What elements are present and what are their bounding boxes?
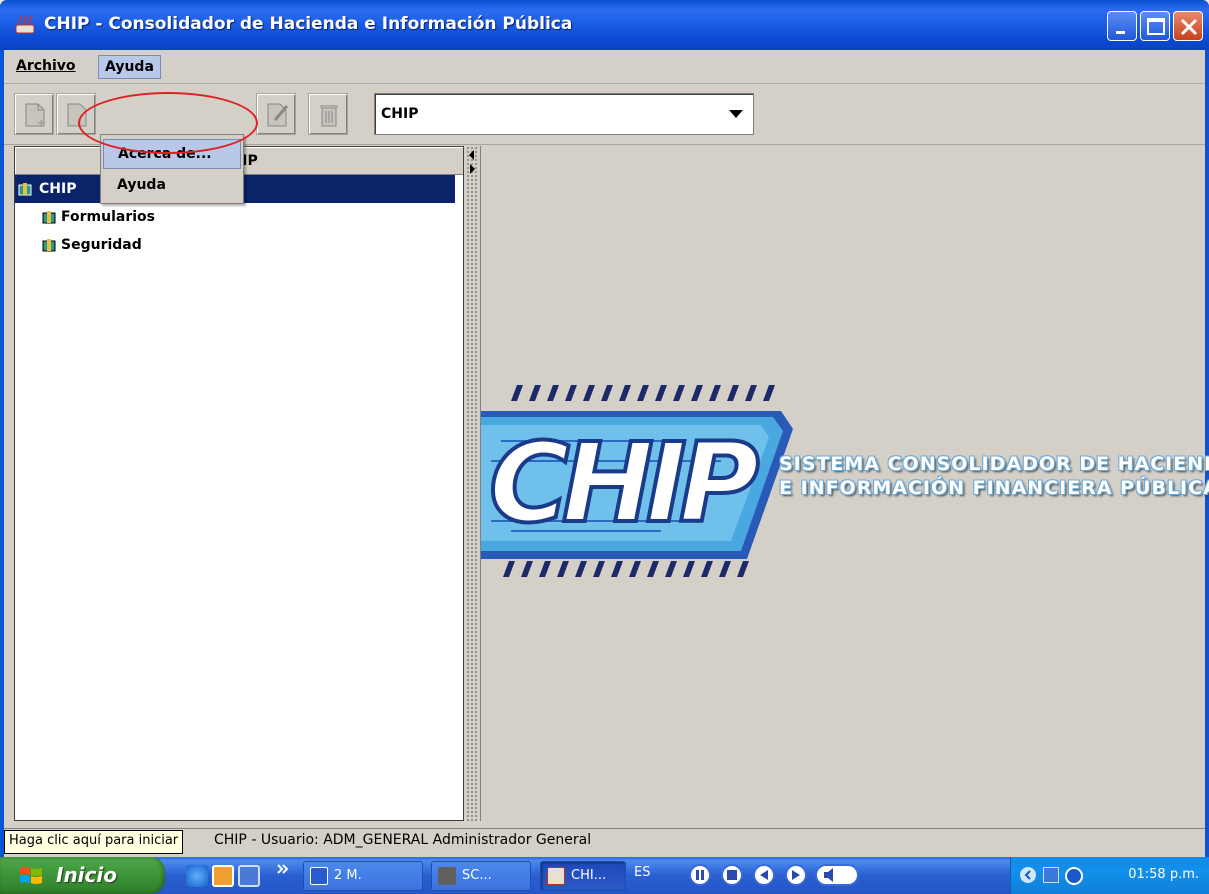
client-area: Archivo Ayuda + CHIP CHIP Formularios Se…	[4, 50, 1209, 857]
clock: 01:58 p.m.	[1128, 867, 1199, 882]
maximize-button[interactable]	[1140, 11, 1170, 41]
system-tray: 01:58 p.m.	[1010, 857, 1209, 894]
taskbar-item-label: SC...	[462, 868, 492, 883]
status-bar: CHIP - Usuario: ADM_GENERAL Administrado…	[4, 828, 1205, 852]
tree-item-seguridad[interactable]: Seguridad	[15, 231, 463, 259]
title-bar[interactable]: CHIP - Consolidador de Hacienda e Inform…	[0, 0, 1209, 50]
windows-logo-icon	[20, 867, 42, 884]
close-button[interactable]	[1173, 11, 1203, 41]
menu-ayuda-label: Ayuda	[105, 59, 154, 75]
menu-item-ayuda[interactable]: Ayuda	[103, 171, 241, 201]
clock-app-icon[interactable]	[212, 865, 234, 887]
chip-logo: CHIP SISTEMA CONSOLIDADOR DE HACIENDA E …	[481, 381, 1209, 581]
tree-item-label: Seguridad	[61, 237, 142, 253]
package-icon	[42, 239, 56, 252]
internet-explorer-icon[interactable]	[186, 865, 208, 887]
logo-line-1: SISTEMA CONSOLIDADOR DE HACIENDA	[779, 453, 1209, 475]
minimize-icon	[1116, 31, 1125, 34]
chevron-left-icon[interactable]	[1019, 866, 1037, 884]
window-title: CHIP - Consolidador de Hacienda e Inform…	[44, 14, 573, 34]
delete-button[interactable]	[308, 93, 348, 135]
minimize-button[interactable]	[1107, 11, 1137, 41]
chip-logo-graphic: CHIP	[481, 385, 793, 577]
media-player-controls[interactable]	[660, 860, 960, 891]
chevron-double-right-icon[interactable]	[276, 863, 290, 875]
close-icon	[1180, 18, 1198, 36]
open-button[interactable]	[56, 93, 96, 135]
tree-item-label: Formularios	[61, 209, 155, 225]
tree-item-formularios[interactable]: Formularios	[15, 203, 463, 231]
app-icon	[438, 867, 456, 885]
maximize-icon	[1147, 18, 1165, 35]
split-divider[interactable]	[466, 146, 478, 821]
status-text: CHIP - Usuario: ADM_GENERAL Administrado…	[214, 832, 592, 848]
collapse-arrows-icon[interactable]	[466, 148, 478, 178]
tree-item-label: CHIP	[37, 175, 79, 203]
package-icon	[42, 211, 56, 224]
module-select[interactable]: CHIP	[374, 93, 754, 135]
menu-ayuda[interactable]: Ayuda	[98, 55, 161, 79]
volume-icon[interactable]	[815, 864, 859, 886]
network-icon[interactable]	[1043, 867, 1059, 883]
app-shortcut-icon[interactable]	[238, 865, 260, 887]
java-app-icon	[547, 867, 565, 885]
module-select-value: CHIP	[381, 106, 419, 122]
svg-text:+: +	[37, 118, 45, 128]
menu-bar: Archivo Ayuda	[4, 50, 1205, 84]
menu-archivo[interactable]: Archivo	[10, 55, 82, 79]
svg-text:CHIP: CHIP	[489, 419, 759, 547]
new-document-icon: +	[25, 103, 45, 128]
taskbar-item-word[interactable]: 2 M.	[303, 861, 423, 891]
content-panel: CHIP SISTEMA CONSOLIDADOR DE HACIENDA E …	[480, 146, 1209, 821]
chevron-down-icon[interactable]	[729, 110, 743, 118]
document-icon	[67, 103, 87, 127]
logo-line-2: E INFORMACIÓN FINANCIERA PÚBLICA	[779, 477, 1209, 499]
edit-icon	[267, 103, 289, 127]
language-indicator[interactable]: ES	[634, 865, 650, 880]
menu-item-acerca-de[interactable]: Acerca de...	[103, 139, 241, 169]
taskbar-item-label: CHI...	[571, 868, 607, 883]
java-app-icon	[15, 15, 35, 34]
taskbar-item-label: 2 M.	[334, 868, 362, 883]
word-icon	[310, 867, 328, 885]
pause-icon[interactable]	[689, 864, 711, 886]
menu-item-ayuda-label: Ayuda	[117, 177, 166, 193]
menu-item-acerca-de-label: Acerca de...	[118, 146, 212, 162]
trash-icon	[320, 105, 338, 127]
application-window: CHIP - Consolidador de Hacienda e Inform…	[0, 0, 1209, 857]
menu-archivo-label: Archivo	[16, 58, 76, 74]
tray-app-icon[interactable]	[1065, 867, 1083, 885]
start-button[interactable]: Inicio	[0, 857, 165, 894]
taskbar-item-chip[interactable]: CHI...	[540, 861, 626, 891]
taskbar-item-sc[interactable]: SC...	[431, 861, 531, 891]
start-label: Inicio	[56, 863, 117, 887]
ayuda-dropdown-menu: Acerca de... Ayuda	[100, 134, 244, 204]
tree-panel: CHIP CHIP Formularios Seguridad	[14, 146, 464, 821]
new-button[interactable]: +	[14, 93, 54, 135]
start-tooltip: Haga clic aquí para iniciar	[4, 830, 184, 854]
edit-button[interactable]	[256, 93, 296, 135]
package-icon	[18, 183, 32, 196]
taskbar: Inicio 2 M. SC... CHI... ES 01:58 p.m.	[0, 857, 1209, 894]
